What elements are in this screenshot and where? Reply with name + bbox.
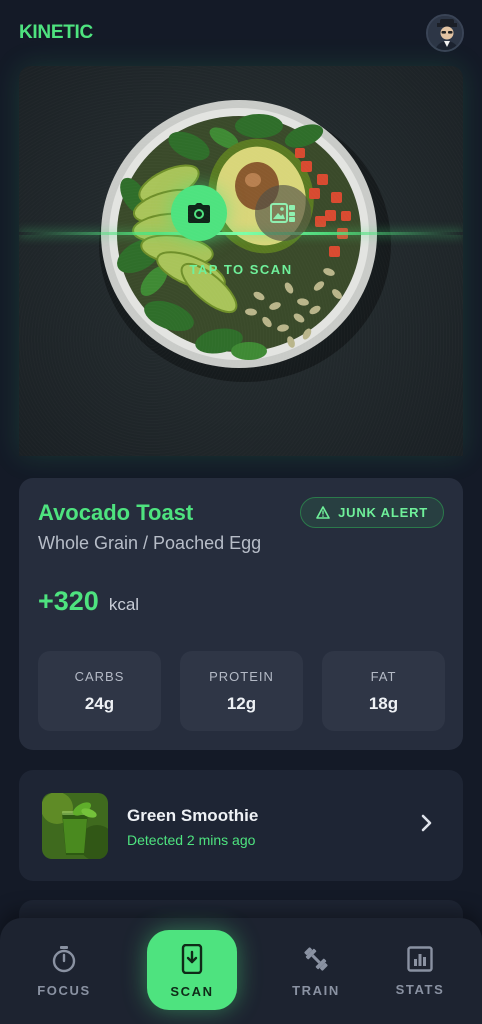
tap-to-scan-hint: TAP TO SCAN [189, 262, 293, 277]
nav-label: TRAIN [292, 982, 340, 998]
nav-label: STATS [395, 981, 445, 997]
history-meta: Detected 2 mins ago [127, 832, 256, 848]
gallery-button[interactable] [255, 185, 311, 241]
top-bar: KINETIC [0, 0, 482, 66]
nav-label: SCAN [170, 983, 214, 999]
calories-unit: kcal [108, 595, 140, 614]
stopwatch-icon [52, 945, 76, 972]
chevron-right-icon[interactable] [421, 814, 433, 837]
macro-protein: PROTEIN 12g [180, 651, 303, 731]
junk-alert-badge[interactable]: JUNK ALERT [300, 497, 444, 528]
macro-label: PROTEIN [209, 668, 274, 684]
bar-chart-icon [407, 945, 433, 972]
macro-fat: FAT 18g [322, 651, 445, 731]
nav-focus[interactable]: FOCUS [14, 918, 114, 1024]
scan-result-card: Avocado Toast Whole Grain / Poached Egg … [19, 478, 463, 750]
macro-value: 18g [368, 693, 399, 713]
camera-icon [188, 203, 210, 223]
phone-scan-icon [181, 943, 203, 974]
calories: +320 kcal [38, 586, 139, 617]
warning-icon [316, 506, 330, 519]
macros-row: CARBS 24g PROTEIN 12g FAT 18g [38, 651, 445, 731]
scan-line [19, 232, 463, 235]
green-smoothie-thumbnail [42, 793, 108, 859]
nav-label: FOCUS [37, 982, 91, 998]
profile-avatar[interactable] [426, 14, 464, 52]
food-subtitle: Whole Grain / Poached Egg [38, 533, 262, 553]
nav-stats[interactable]: STATS [370, 918, 470, 1024]
nav-scan[interactable]: SCAN [142, 918, 242, 1024]
junk-alert-label: JUNK ALERT [338, 505, 428, 520]
gallery-icon [270, 203, 295, 223]
nav-train[interactable]: TRAIN [266, 918, 366, 1024]
calories-value: +320 [38, 586, 99, 616]
food-bowl-image [99, 100, 391, 382]
history-title: Green Smoothie [127, 806, 259, 825]
smoothie-image [42, 793, 108, 859]
macro-carbs: CARBS 24g [38, 651, 161, 731]
bottom-navigation: FOCUS SCAN TRAIN STATS [0, 918, 482, 1024]
macro-value: 12g [226, 693, 257, 713]
food-name: Avocado Toast [38, 500, 194, 525]
macro-label: FAT [370, 668, 397, 684]
dumbbell-icon [304, 946, 328, 971]
food-scanner-view[interactable]: TAP TO SCAN [19, 66, 463, 456]
camera-button[interactable] [171, 185, 227, 241]
history-item[interactable]: Green Smoothie Detected 2 mins ago [19, 770, 463, 881]
user-avatar-icon [428, 16, 462, 50]
brand-logo: KINETIC [19, 22, 93, 43]
macro-value: 24g [84, 693, 115, 713]
macro-label: CARBS [74, 668, 125, 684]
app-screen: KINETIC TAP TO SCAN Avocado Toast Whole … [0, 0, 482, 1024]
